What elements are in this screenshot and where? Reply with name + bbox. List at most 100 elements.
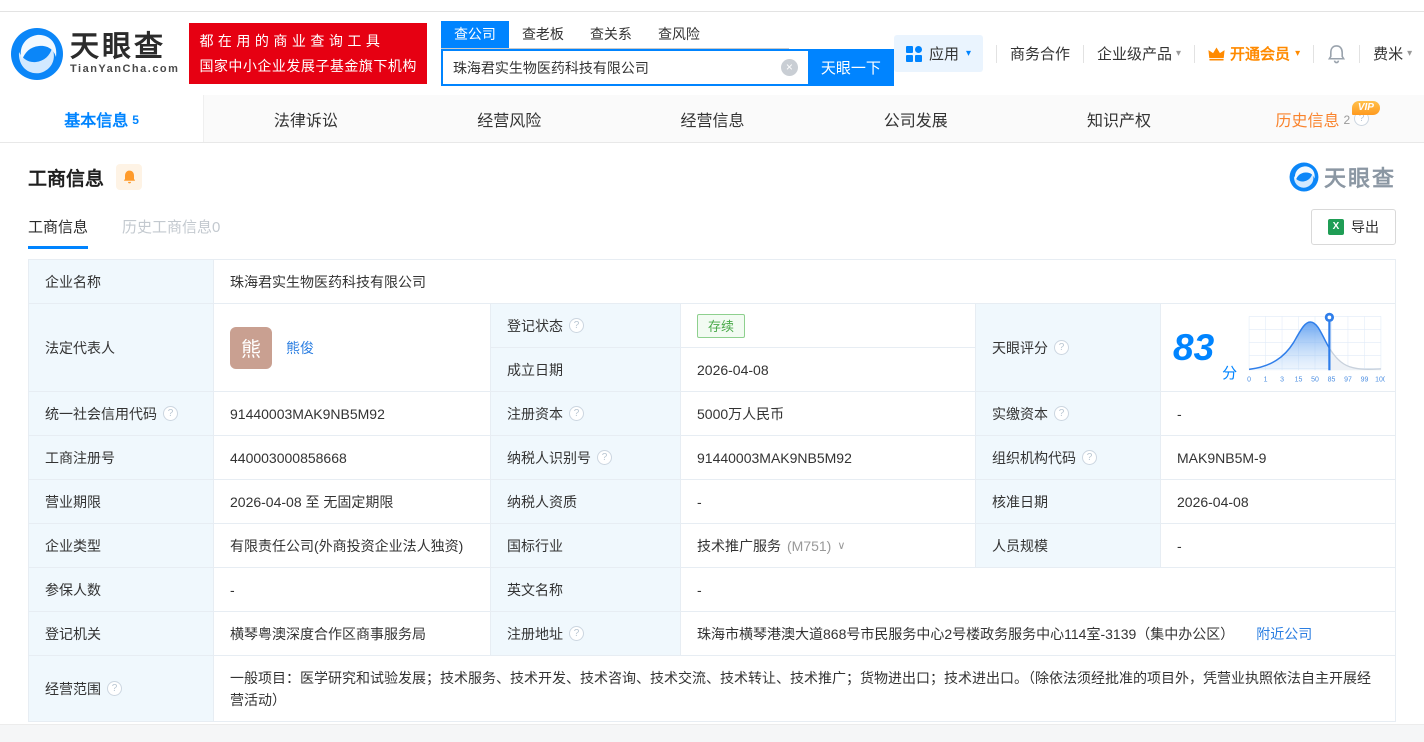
- subtab-business-info[interactable]: 工商信息: [28, 216, 89, 249]
- reg-status-cell: 存续: [681, 304, 976, 348]
- search-tab-risk[interactable]: 查风险: [645, 21, 713, 48]
- status-badge: 存续: [697, 313, 746, 338]
- company-name-label: 企业名称: [29, 260, 214, 304]
- help-icon[interactable]: ?: [163, 406, 178, 421]
- help-icon[interactable]: ?: [1054, 340, 1069, 355]
- top-nav: 应用 ▾ 商务合作 企业级产品 ▾ 开通会员 ▾ 费米 ▾: [893, 35, 1412, 72]
- help-icon[interactable]: ?: [569, 406, 584, 421]
- company-type-value: 有限责任公司(外商投资企业法人独资): [214, 524, 491, 568]
- paid-capital-value: -: [1161, 392, 1396, 436]
- search-tab-company[interactable]: 查公司: [440, 21, 509, 48]
- help-icon[interactable]: ?: [107, 681, 122, 696]
- nav-cooperation[interactable]: 商务合作: [1010, 43, 1070, 64]
- svg-text:99: 99: [1361, 376, 1369, 383]
- tab-label: 公司发展: [883, 112, 948, 130]
- svg-text:100: 100: [1375, 376, 1385, 383]
- brand-slogan: 都在用的商业查询工具 国家中小企业发展子基金旗下机构: [189, 23, 427, 84]
- svg-text:3: 3: [1280, 376, 1284, 383]
- help-icon[interactable]: ?: [1054, 406, 1069, 421]
- subtab-label: 历史工商信息: [122, 219, 213, 236]
- reg-number-label: 工商注册号: [29, 436, 214, 480]
- site-header: 天眼查 TianYanCha.com 都在用的商业查询工具 国家中小企业发展子基…: [0, 12, 1424, 95]
- chevron-down-icon[interactable]: ∨: [837, 539, 845, 552]
- search-tabs: 查公司 查老板 查关系 查风险: [440, 21, 789, 49]
- tab-label: 知识产权: [1087, 112, 1152, 130]
- nav-enterprise-products[interactable]: 企业级产品 ▾: [1097, 43, 1181, 64]
- paid-capital-label-cell: 实缴资本 ?: [976, 392, 1161, 436]
- help-icon[interactable]: ?: [1082, 450, 1097, 465]
- score-value: 83: [1173, 327, 1215, 368]
- svg-text:50: 50: [1311, 376, 1319, 383]
- help-icon[interactable]: ?: [569, 318, 584, 333]
- apps-grid-icon: [905, 45, 922, 62]
- svg-text:97: 97: [1344, 376, 1352, 383]
- tab-basic-info[interactable]: 基本信息 5: [0, 95, 205, 142]
- notification-bell-icon[interactable]: [1327, 44, 1346, 64]
- export-button[interactable]: X 导出: [1311, 209, 1396, 245]
- nav-divider: [1313, 44, 1315, 63]
- nav-divider: [1359, 44, 1361, 63]
- taxpayer-id-value: 91440003MAK9NB5M92: [681, 436, 976, 480]
- open-vip-button[interactable]: 开通会员 ▾: [1208, 43, 1300, 64]
- section-header: 工商信息 天眼查: [0, 161, 1424, 193]
- uscc-label: 统一社会信用代码: [45, 405, 157, 422]
- user-menu[interactable]: 费米 ▾: [1373, 43, 1412, 64]
- apps-label: 应用: [928, 46, 959, 63]
- search-tab-boss[interactable]: 查老板: [509, 21, 577, 48]
- search-input[interactable]: [440, 49, 808, 86]
- subtab-count: 0: [212, 219, 221, 236]
- taxpayer-id-label: 纳税人识别号: [507, 449, 591, 466]
- uscc-label-cell: 统一社会信用代码 ?: [29, 392, 214, 436]
- legal-rep-cell: 熊 熊俊: [214, 304, 491, 392]
- industry-label: 国标行业: [491, 524, 681, 568]
- tab-history-info[interactable]: VIP 历史信息 2 ?: [1221, 95, 1424, 142]
- business-term-label: 营业期限: [29, 480, 214, 524]
- help-icon[interactable]: ?: [597, 450, 612, 465]
- watermark-text: 天眼查: [1323, 166, 1396, 191]
- uscc-value: 91440003MAK9NB5M92: [214, 392, 491, 436]
- legal-rep-link[interactable]: 熊俊: [286, 338, 314, 358]
- search-row: × 天眼一下: [440, 49, 894, 86]
- tab-label: 基本信息: [64, 112, 129, 130]
- apps-menu-button[interactable]: 应用 ▾: [893, 35, 983, 72]
- business-info-section: 工商信息 天眼查 工商信息 历史工商信息0 X 导出 企业名称 珠海君实生物医药…: [0, 143, 1424, 722]
- tianyancha-logo[interactable]: 天眼查 TianYanCha.com: [10, 27, 179, 81]
- reg-status-label-cell: 登记状态 ?: [491, 304, 681, 348]
- company-name-value: 珠海君实生物医药科技有限公司: [214, 260, 1396, 304]
- score-label-cell: 天眼评分 ?: [976, 304, 1161, 392]
- nearby-companies-link[interactable]: 附近公司: [1256, 624, 1312, 644]
- tab-label: 经营风险: [477, 112, 542, 130]
- svg-text:15: 15: [1295, 376, 1303, 383]
- tab-label: 历史信息: [1275, 112, 1340, 130]
- score-label: 天眼评分: [992, 339, 1048, 356]
- business-term-value: 2026-04-08 至 无固定期限: [214, 480, 491, 524]
- subtab-history-business-info[interactable]: 历史工商信息0: [122, 216, 220, 249]
- address-label-cell: 注册地址 ?: [491, 612, 681, 656]
- username: 费米: [1373, 46, 1404, 63]
- legal-rep-avatar[interactable]: 熊: [230, 326, 272, 369]
- reg-authority-value: 横琴粤澳深度合作区商事服务局: [214, 612, 491, 656]
- business-scope-value: 一般项目：医学研究和试验发展；技术服务、技术开发、技术咨询、技术交流、技术转让、…: [214, 656, 1396, 722]
- org-code-label: 组织机构代码: [992, 449, 1076, 466]
- industry-code: (M751): [787, 537, 832, 554]
- tab-operating-info[interactable]: 经营信息: [611, 95, 814, 142]
- help-icon[interactable]: ?: [569, 626, 584, 641]
- org-code-label-cell: 组织机构代码 ?: [976, 436, 1161, 480]
- english-name-label: 英文名称: [491, 568, 681, 612]
- search-button[interactable]: 天眼一下: [807, 49, 894, 86]
- tab-intellectual-property[interactable]: 知识产权: [1017, 95, 1220, 142]
- clear-icon[interactable]: ×: [780, 59, 798, 76]
- insured-value: -: [214, 568, 491, 612]
- nav-divider: [995, 44, 997, 63]
- tab-legal-litigation[interactable]: 法律诉讼: [204, 95, 407, 142]
- tab-company-development[interactable]: 公司发展: [814, 95, 1017, 142]
- reg-capital-label: 注册资本: [507, 405, 563, 422]
- industry-value: 技术推广服务: [697, 537, 781, 554]
- english-name-value: -: [681, 568, 1396, 612]
- est-date-value: 2026-04-08: [681, 348, 976, 392]
- subscribe-bell-icon[interactable]: [116, 164, 143, 190]
- tab-operating-risk[interactable]: 经营风险: [408, 95, 611, 142]
- reg-capital-value: 5000万人民币: [681, 392, 976, 436]
- search-tab-relation[interactable]: 查关系: [577, 21, 645, 48]
- address-value: 珠海市横琴港澳大道868号市民服务中心2号楼政务服务中心114室-3139（集中…: [697, 625, 1235, 642]
